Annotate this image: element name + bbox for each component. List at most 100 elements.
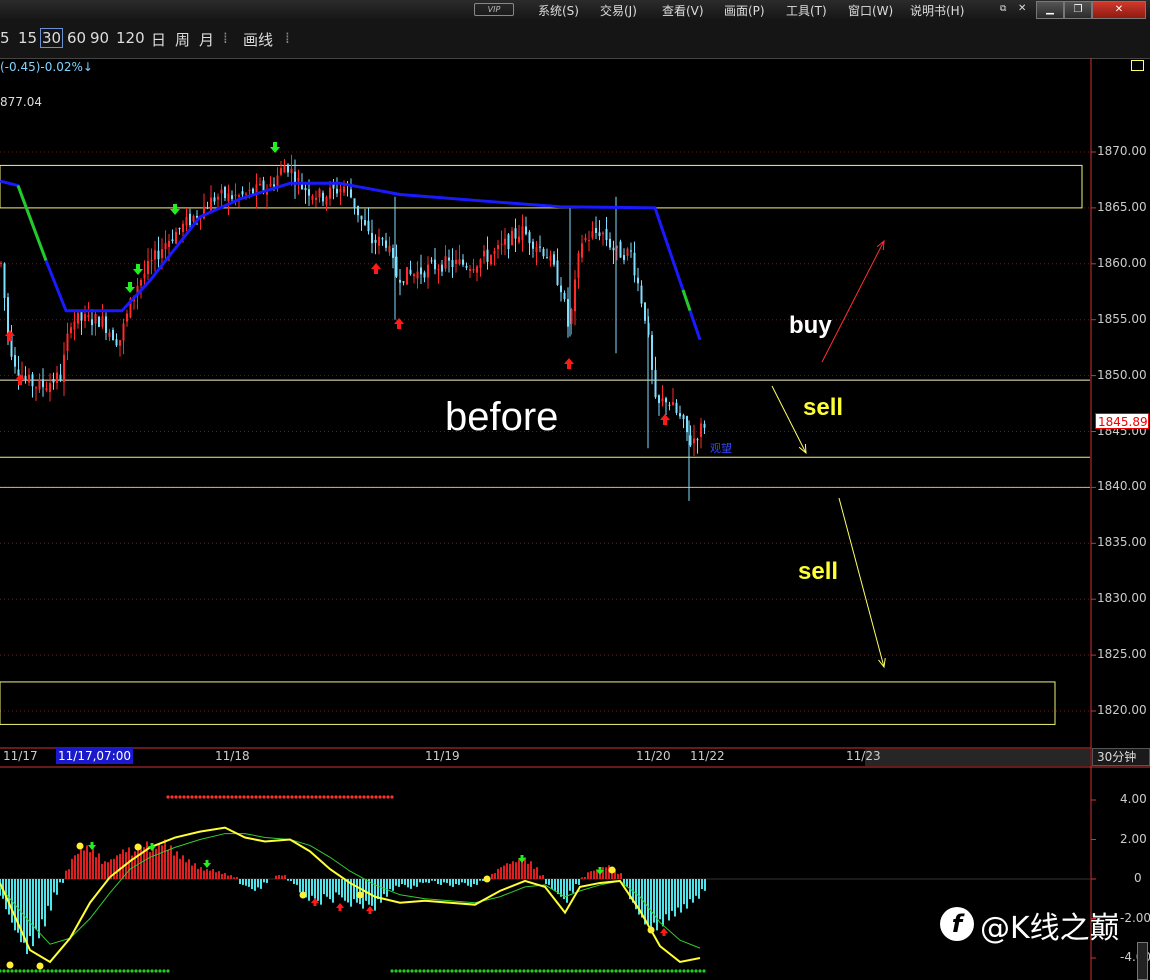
candle-body <box>3 263 6 298</box>
tf-120[interactable]: 120 <box>116 29 145 47</box>
candle-body <box>35 387 37 389</box>
draw-line-button[interactable]: 画线 <box>243 29 273 50</box>
candle-body <box>248 189 251 191</box>
menu-view[interactable]: 查看(V) <box>662 2 704 19</box>
tf-15[interactable]: 15 <box>18 29 37 47</box>
macd-red-dot <box>346 795 350 799</box>
macd-green-dot <box>510 969 514 973</box>
candle-body <box>42 379 44 388</box>
candle-body <box>668 404 671 406</box>
price-tick-label: 1870.00 <box>1097 144 1147 158</box>
candle-body <box>210 197 212 212</box>
tf-5[interactable]: 5 <box>0 29 10 47</box>
close-button[interactable]: ✕ <box>1092 1 1146 19</box>
macd-green-dot <box>570 969 574 973</box>
macd-red-dot <box>362 795 366 799</box>
menu-system[interactable]: 系统(S) <box>538 2 579 19</box>
price-tick-label: 1865.00 <box>1097 199 1147 214</box>
annotation-buy: buy <box>789 312 832 339</box>
macd-red-dot <box>298 795 302 799</box>
candle-body <box>672 402 674 406</box>
macd-green-dot <box>62 969 66 973</box>
tf-60[interactable]: 60 <box>67 29 86 47</box>
restore-button[interactable]: ❐ <box>1064 1 1092 19</box>
macd-red-dot <box>282 795 286 799</box>
candle-body <box>70 327 72 334</box>
macd-red-dot <box>210 795 214 799</box>
candle-body <box>584 237 587 241</box>
candle-body <box>98 316 100 327</box>
vip-badge[interactable]: VIP <box>474 3 514 16</box>
candle-body <box>609 238 611 248</box>
candle-body <box>7 297 9 334</box>
candle-body <box>448 257 450 261</box>
candle-body <box>273 184 275 187</box>
candle-body <box>168 240 170 248</box>
tf-week[interactable]: 周 <box>175 29 190 50</box>
macd-green-dot <box>14 969 18 973</box>
corner-box-icon[interactable] <box>1131 60 1144 71</box>
menu-trade[interactable]: 交易(J) <box>600 2 637 19</box>
macd-red-dot <box>218 795 222 799</box>
macd-green-dot <box>42 969 46 973</box>
candle-body <box>154 250 156 260</box>
toolbar-separator: ⁞ <box>223 29 228 47</box>
macd-green-dot <box>674 969 678 973</box>
macd-red-dot <box>326 795 330 799</box>
macd-red-dot <box>266 795 270 799</box>
macd-red-dot <box>386 795 390 799</box>
candle-body <box>206 207 209 209</box>
moving-average-line <box>0 179 702 341</box>
chart-canvas[interactable] <box>0 58 1150 980</box>
macd-green-dot <box>542 969 546 973</box>
macd-green-dot <box>654 969 658 973</box>
macd-green-dot <box>54 969 58 973</box>
macd-up-arrow <box>660 928 668 936</box>
menu-help[interactable]: 说明书(H) <box>910 2 964 19</box>
candle-body <box>283 165 286 173</box>
menu-tools[interactable]: 工具(T) <box>786 2 827 19</box>
macd-red-dot <box>342 795 346 799</box>
candle-body <box>374 239 377 243</box>
macd-red-dot <box>314 795 318 799</box>
candle-body <box>423 272 426 278</box>
candle-body <box>147 260 149 274</box>
tf-30-selected[interactable]: 30 <box>40 28 64 48</box>
candle-body <box>630 250 632 252</box>
candle-body <box>486 249 489 262</box>
macd-green-dot <box>34 969 38 973</box>
candle-body <box>504 238 506 245</box>
candle-body <box>241 191 244 195</box>
support-zone <box>0 681 1056 725</box>
candle-body <box>238 195 240 197</box>
price-tick-label: 1860.00 <box>1097 255 1147 270</box>
tf-month[interactable]: 月 <box>199 29 214 50</box>
date-scroll-area <box>865 749 1090 766</box>
menu-screen[interactable]: 画面(P) <box>724 2 765 19</box>
period-label[interactable]: 30分钟 <box>1092 748 1150 766</box>
scroll-handle[interactable] <box>1137 942 1148 980</box>
macd-green-dot <box>478 969 482 973</box>
candle-body <box>171 239 174 242</box>
candle-body <box>591 231 594 238</box>
macd-red-dot <box>270 795 274 799</box>
tf-90[interactable]: 90 <box>90 29 109 47</box>
menu-window[interactable]: 窗口(W) <box>848 2 893 19</box>
candle-body <box>455 259 457 265</box>
macd-green-dot <box>626 969 630 973</box>
macd-red-dot <box>250 795 254 799</box>
small-restore-icon[interactable]: ⧉ <box>1000 4 1006 14</box>
price-tick-label: 1820.00 <box>1097 703 1147 717</box>
minimize-button[interactable]: ▁ <box>1036 1 1064 19</box>
candle-body <box>689 435 692 446</box>
tf-day[interactable]: 日 <box>151 29 166 50</box>
small-close-icon[interactable]: ✕ <box>1018 3 1026 14</box>
macd-red-dot <box>390 795 394 799</box>
macd-green-dot <box>422 969 426 973</box>
macd-green-dot <box>562 969 566 973</box>
macd-green-dot <box>518 969 522 973</box>
macd-green-dot <box>442 969 446 973</box>
candle-body <box>399 279 401 283</box>
macd-red-dot <box>170 795 174 799</box>
sell-signal-arrow <box>133 264 143 275</box>
